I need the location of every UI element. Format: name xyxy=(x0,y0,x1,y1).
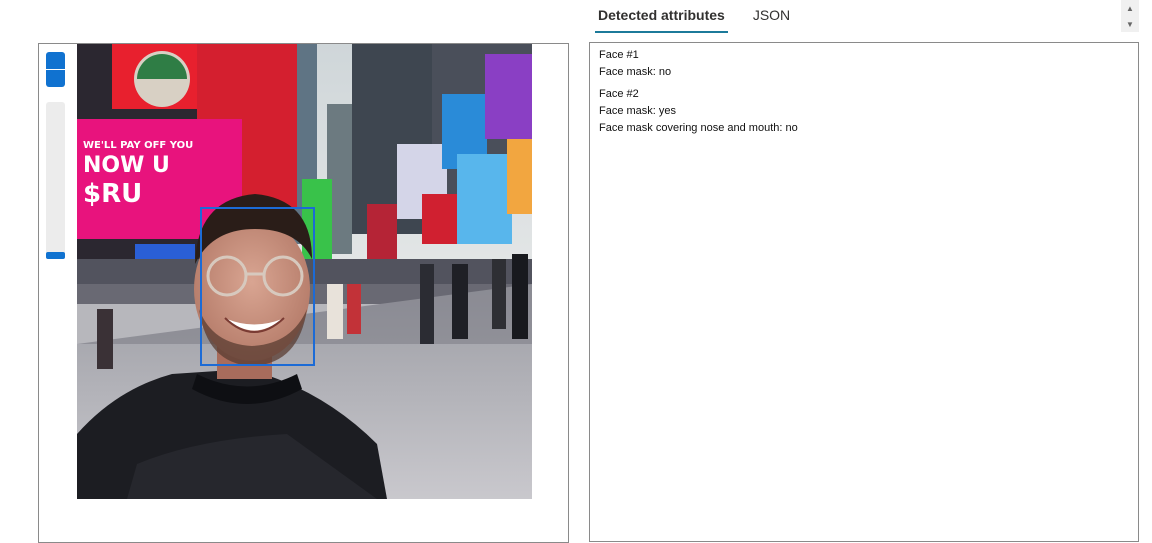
zoom-slider[interactable] xyxy=(46,102,65,259)
svg-text:$RU: $RU xyxy=(83,179,142,209)
page-scrollbar[interactable]: ▲ ▼ xyxy=(1121,0,1139,32)
face-result-1: Face #1 Face mask: no xyxy=(599,47,1129,81)
face-attribute-line: Face mask: yes xyxy=(599,105,677,117)
analyzed-photo: WE'LL PAY OFF YOU NOW U $RU xyxy=(77,44,532,499)
chevron-down-icon[interactable]: ▼ xyxy=(1121,16,1139,32)
chevron-up-icon[interactable]: ▲ xyxy=(1121,0,1139,16)
face-attribute-line: Face mask: no xyxy=(599,66,672,78)
zoom-out-button[interactable] xyxy=(46,70,65,87)
zoom-slider-thumb[interactable] xyxy=(46,252,65,259)
zoom-in-button[interactable] xyxy=(46,52,65,69)
face-attribute-line: Face mask covering nose and mouth: no xyxy=(599,122,798,134)
tab-detected-attributes[interactable]: Detected attributes xyxy=(595,0,728,33)
face-title: Face #2 xyxy=(599,88,639,100)
tab-json[interactable]: JSON xyxy=(750,0,793,31)
detected-attributes-output: Face #1 Face mask: no Face #2 Face mask:… xyxy=(589,42,1139,542)
result-tabs: Detected attributes JSON xyxy=(595,0,793,34)
face-detection-box xyxy=(200,207,315,366)
image-viewer-panel: WE'LL PAY OFF YOU NOW U $RU xyxy=(38,43,569,543)
svg-text:NOW U: NOW U xyxy=(83,153,170,178)
face-title: Face #1 xyxy=(599,49,639,61)
svg-text:WE'LL PAY OFF YOU: WE'LL PAY OFF YOU xyxy=(83,140,193,151)
face-result-2: Face #2 Face mask: yes Face mask coverin… xyxy=(599,86,1129,137)
